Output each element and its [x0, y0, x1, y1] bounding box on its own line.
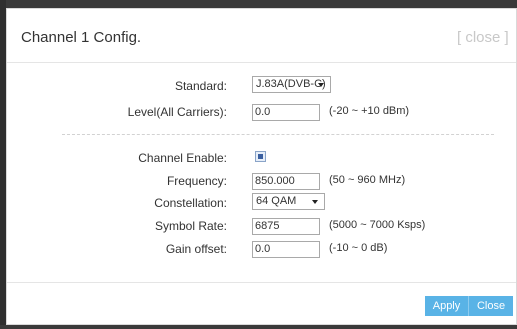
background-page-top: [0, 0, 517, 8]
standard-select-value: J.83A(DVB-C): [256, 78, 326, 90]
dialog-header: Channel 1 Config. [ close ]: [7, 9, 516, 63]
level-input[interactable]: [252, 103, 320, 121]
symbol-rate-label: Symbol Rate:: [154, 219, 227, 233]
channel-enable-checkbox[interactable]: [255, 151, 266, 162]
channel-enable-label: Channel Enable:: [138, 151, 227, 165]
dialog-title: Channel 1 Config.: [21, 29, 142, 46]
symbol-rate-hint: (5000 ~ 7000 Ksps): [329, 219, 426, 231]
gain-offset-hint: (-10 ~ 0 dB): [329, 242, 388, 254]
apply-button[interactable]: Apply: [425, 296, 469, 316]
frequency-hint: (50 ~ 960 MHz): [329, 174, 406, 186]
channel-config-dialog: Channel 1 Config. [ close ] Standard: J.…: [6, 8, 517, 325]
level-hint: (-20 ~ +10 dBm): [329, 105, 410, 117]
level-label: Level(All Carriers):: [127, 105, 227, 119]
close-button[interactable]: Close: [469, 296, 513, 316]
close-link[interactable]: [ close ]: [457, 29, 509, 46]
constellation-row: Constellation: 64 QAM: [7, 193, 516, 213]
frequency-row: Frequency: (50 ~ 960 MHz): [7, 171, 516, 191]
frequency-input[interactable]: [252, 172, 320, 190]
standard-row: Standard: J.83A(DVB-C): [7, 76, 516, 96]
gain-offset-label: Gain offset:: [165, 242, 227, 256]
constellation-select-value: 64 QAM: [256, 195, 297, 207]
chevron-down-icon: [312, 200, 318, 204]
symbol-rate-input[interactable]: [252, 217, 320, 235]
gain-offset-row: Gain offset: (-10 ~ 0 dB): [7, 239, 516, 259]
frequency-label: Frequency:: [166, 174, 227, 188]
constellation-select[interactable]: 64 QAM: [252, 193, 325, 210]
level-row: Level(All Carriers): (-20 ~ +10 dBm): [7, 102, 516, 122]
section-divider: [62, 134, 494, 135]
constellation-label: Constellation:: [154, 196, 227, 210]
checkmark-icon: [258, 154, 263, 159]
channel-enable-row: Channel Enable:: [7, 148, 516, 168]
symbol-rate-row: Symbol Rate: (5000 ~ 7000 Ksps): [7, 216, 516, 236]
gain-offset-input[interactable]: [252, 240, 320, 258]
standard-label: Standard:: [174, 79, 227, 93]
standard-select[interactable]: J.83A(DVB-C): [252, 76, 331, 93]
chevron-down-icon: [318, 83, 324, 87]
